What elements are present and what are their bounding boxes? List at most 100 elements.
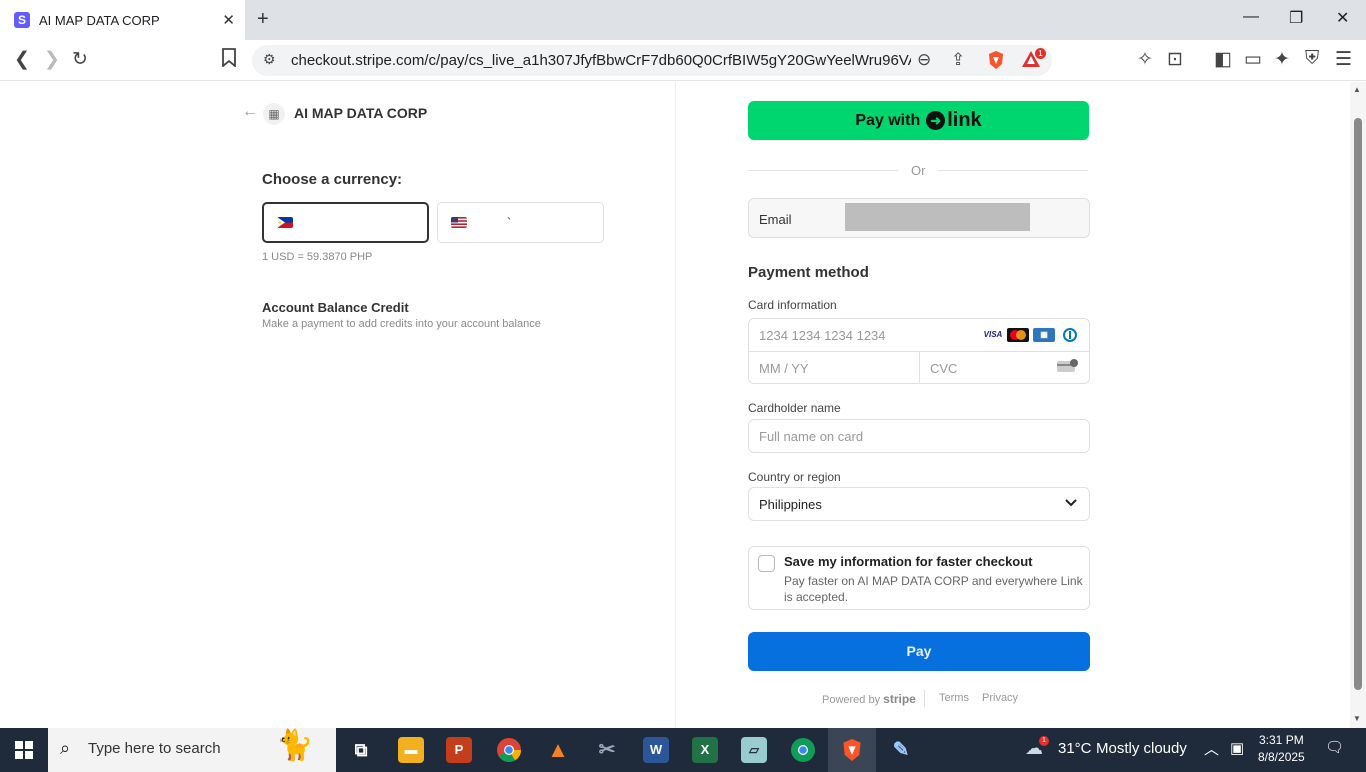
cardholder-label: Cardholder name [748,401,841,415]
back-icon[interactable]: ❮ [14,48,30,71]
amex-icon: ▦ [1033,328,1055,342]
powered-by-text: Powered by [822,694,881,706]
brave-shields-icon[interactable] [987,50,1005,75]
merchant-store-icon: ▦ [263,103,285,125]
country-label: Country or region [748,470,841,484]
tab-search-icon[interactable]: ⊡ [1167,48,1183,71]
card-info-group: 1234 1234 1234 1234 VISA ▦ MM / YY CVC [748,318,1090,384]
share-icon[interactable]: ⇪ [951,50,965,70]
card-info-label: Card information [748,298,837,312]
clock-date: 8/8/2025 [1258,750,1305,764]
bookmark-icon[interactable] [221,48,237,73]
address-bar[interactable]: ⚙ checkout.stripe.com/c/pay/cs_live_a1h3… [252,45,1052,76]
weather-temp[interactable]: 31°C [1058,740,1092,757]
chrome-profile-icon[interactable] [790,737,816,763]
leo-ai-icon[interactable]: ✦ [1274,48,1290,71]
sidebar-icon[interactable]: ◧ [1214,48,1232,71]
tray-chevron-up-icon[interactable]: ︿ [1204,738,1219,759]
diners-club-icon [1059,328,1081,342]
excel-icon[interactable]: X [692,737,718,763]
notification-center-icon[interactable]: 🗨 [1325,738,1344,756]
zoom-icon[interactable]: ⊖ [917,50,931,70]
country-select[interactable]: Philippines [748,487,1090,521]
cardholder-placeholder: Full name on card [759,429,864,444]
link-button-prefix: Pay with [855,111,921,129]
pay-button[interactable]: Pay [748,632,1090,671]
exchange-rate: 1 USD = 59.3870 PHP [262,251,373,263]
currency-option-label: ` [507,215,512,230]
scroll-thumb[interactable] [1354,118,1362,690]
restore-icon[interactable]: ❐ [1289,8,1303,28]
search-icon: ⌕ [60,738,71,758]
wallet-icon[interactable]: ▭ [1244,48,1262,71]
minimize-icon[interactable]: — [1243,8,1259,26]
terms-link[interactable]: Terms [939,692,969,704]
currency-option-usd[interactable]: ` [437,202,604,243]
back-arrow-icon[interactable]: ← [242,103,258,121]
link-arrow-icon: ➜ [926,111,946,130]
or-divider-left [748,170,898,171]
privacy-link[interactable]: Privacy [982,692,1018,704]
close-window-icon[interactable]: ✕ [1336,8,1349,28]
forward-icon[interactable]: ❯ [44,48,60,71]
site-info-icon[interactable]: ⚙ [263,51,276,68]
meet-now-icon[interactable]: ▣ [1230,739,1244,757]
weather-desc[interactable]: Mostly cloudy [1096,740,1187,757]
currency-option-php[interactable] [262,202,429,243]
file-explorer-icon[interactable]: ▬ [398,737,424,763]
save-info-box: Save my information for faster checkout … [748,546,1090,610]
us-flag-icon [451,217,467,228]
save-info-title: Save my information for faster checkout [784,554,1033,569]
notes-app-icon[interactable]: ▱ [741,737,767,763]
pane-divider [675,82,676,728]
system-clock[interactable]: 3:31 PM 8/8/2025 [1258,732,1305,766]
pay-with-link-button[interactable]: Pay with ➜ link [748,101,1089,140]
payment-method-title: Payment method [748,264,869,281]
or-label: Or [911,163,926,178]
new-tab-icon[interactable]: + [257,8,269,31]
powerpoint-icon[interactable]: P [446,737,472,763]
cvc-card-icon [1057,359,1079,378]
chrome-icon[interactable] [496,737,522,763]
clock-time: 3:31 PM [1259,733,1304,747]
weather-badge: 1 [1039,736,1049,746]
powered-by-label: Powered by stripe [822,692,916,706]
extensions-icon[interactable]: ✧ [1137,48,1153,71]
email-label: Email [759,212,792,227]
vpn-icon[interactable]: ⛨ [1305,48,1319,70]
taskbar-search-placeholder: Type here to search [88,740,221,757]
merchant-name: AI MAP DATA CORP [294,105,428,121]
rewards-badge: 1 [1035,48,1046,59]
scroll-down-icon[interactable]: ▼ [1353,714,1361,723]
paint-app-icon[interactable]: ✎ [888,737,914,763]
browser-toolbar: ❮ ❯ ↻ ⚙ checkout.stripe.com/c/pay/cs_liv… [0,40,1366,81]
browser-tab[interactable]: S AI MAP DATA CORP ✕ [0,0,245,40]
currency-heading: Choose a currency: [262,171,403,188]
word-icon[interactable]: W [643,737,669,763]
cvc-input[interactable]: CVC [930,361,957,376]
taskbar-search-box[interactable]: ⌕ Type here to search 🐈 [48,728,336,772]
save-info-description: Pay faster on AI MAP DATA CORP and every… [784,574,1083,604]
philippines-flag-icon [277,217,293,228]
menu-icon[interactable]: ☰ [1335,48,1352,71]
save-info-checkbox[interactable] [758,555,775,572]
card-number-input[interactable]: 1234 1234 1234 1234 [759,328,886,343]
stripe-logo-text: stripe [883,692,916,706]
card-col-divider [919,351,920,383]
vlc-icon[interactable]: ▲ [545,737,571,763]
url-text[interactable]: checkout.stripe.com/c/pay/cs_live_a1h307… [291,52,911,69]
page-scrollbar[interactable]: ▲ ▼ [1350,82,1366,728]
windows-start-icon[interactable] [15,741,33,759]
scroll-up-icon[interactable]: ▲ [1353,85,1361,94]
search-cat-illustration-icon: 🐈 [276,729,314,762]
reload-icon[interactable]: ↻ [72,48,88,71]
or-divider-right [938,170,1088,171]
brave-browser-icon[interactable] [839,737,865,763]
email-field[interactable]: Email [748,198,1090,238]
product-title: Account Balance Credit [262,300,409,315]
cardholder-name-input[interactable]: Full name on card [748,419,1090,453]
close-tab-icon[interactable]: ✕ [222,11,235,29]
expiry-input[interactable]: MM / YY [759,361,809,376]
snipping-tool-icon[interactable]: ✂ [594,737,620,763]
task-view-icon[interactable]: ⧉ [348,737,374,763]
